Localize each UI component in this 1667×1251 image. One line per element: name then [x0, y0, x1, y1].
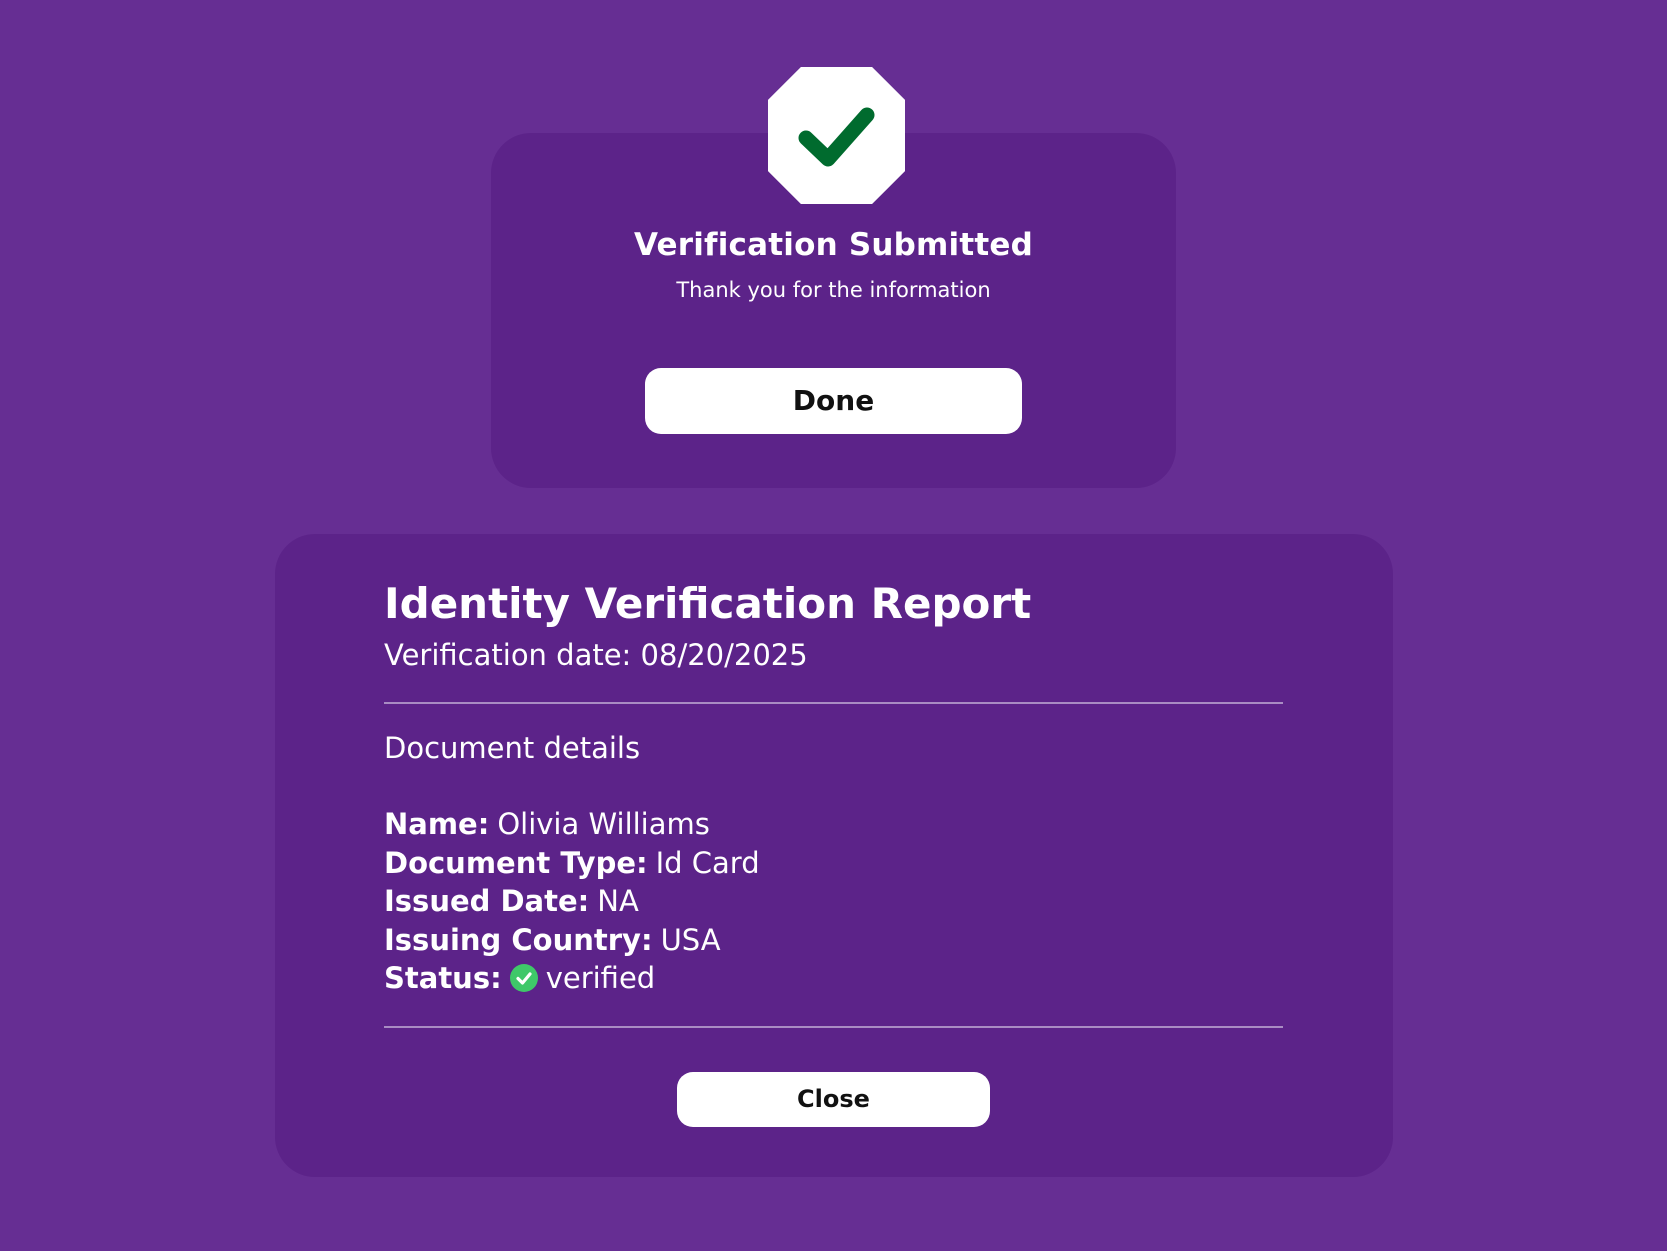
detail-row-status: Status: verified [384, 959, 760, 998]
detail-row-issuing-country: Issuing Country: USA [384, 921, 760, 960]
close-button[interactable]: Close [677, 1072, 990, 1127]
document-details-list: Name: Olivia Williams Document Type: Id … [384, 805, 760, 998]
divider-bottom [384, 1026, 1283, 1028]
report-title: Identity Verification Report [384, 579, 1032, 628]
detail-value-issuing-country: USA [660, 922, 721, 957]
detail-row-issued-date: Issued Date: NA [384, 882, 760, 921]
check-circle-icon [509, 964, 538, 993]
detail-label-status: Status: [384, 961, 502, 995]
detail-value-issued-date: NA [597, 884, 639, 918]
verification-date-value: 08/20/2025 [640, 638, 808, 672]
detail-row-name: Name: Olivia Williams [384, 805, 760, 844]
verification-date-label: Verification date: [384, 638, 632, 672]
detail-label-document-type: Document Type: [384, 845, 648, 880]
done-button[interactable]: Done [645, 368, 1022, 434]
check-octagon-icon [768, 67, 905, 204]
verification-date: Verification date: 08/20/2025 [384, 636, 808, 674]
detail-label-issuing-country: Issuing Country: [384, 922, 653, 957]
divider-top [384, 702, 1283, 704]
detail-row-document-type: Document Type: Id Card [384, 844, 760, 883]
confirmation-subtitle: Thank you for the information [676, 278, 991, 302]
section-heading-document-details: Document details [384, 731, 641, 765]
detail-label-issued-date: Issued Date: [384, 884, 590, 918]
detail-value-document-type: Id Card [655, 845, 760, 880]
detail-value-name: Olivia Williams [497, 807, 710, 841]
detail-value-status: verified [545, 961, 656, 995]
detail-label-name: Name: [384, 807, 490, 841]
confirmation-title: Verification Submitted [633, 227, 1033, 263]
